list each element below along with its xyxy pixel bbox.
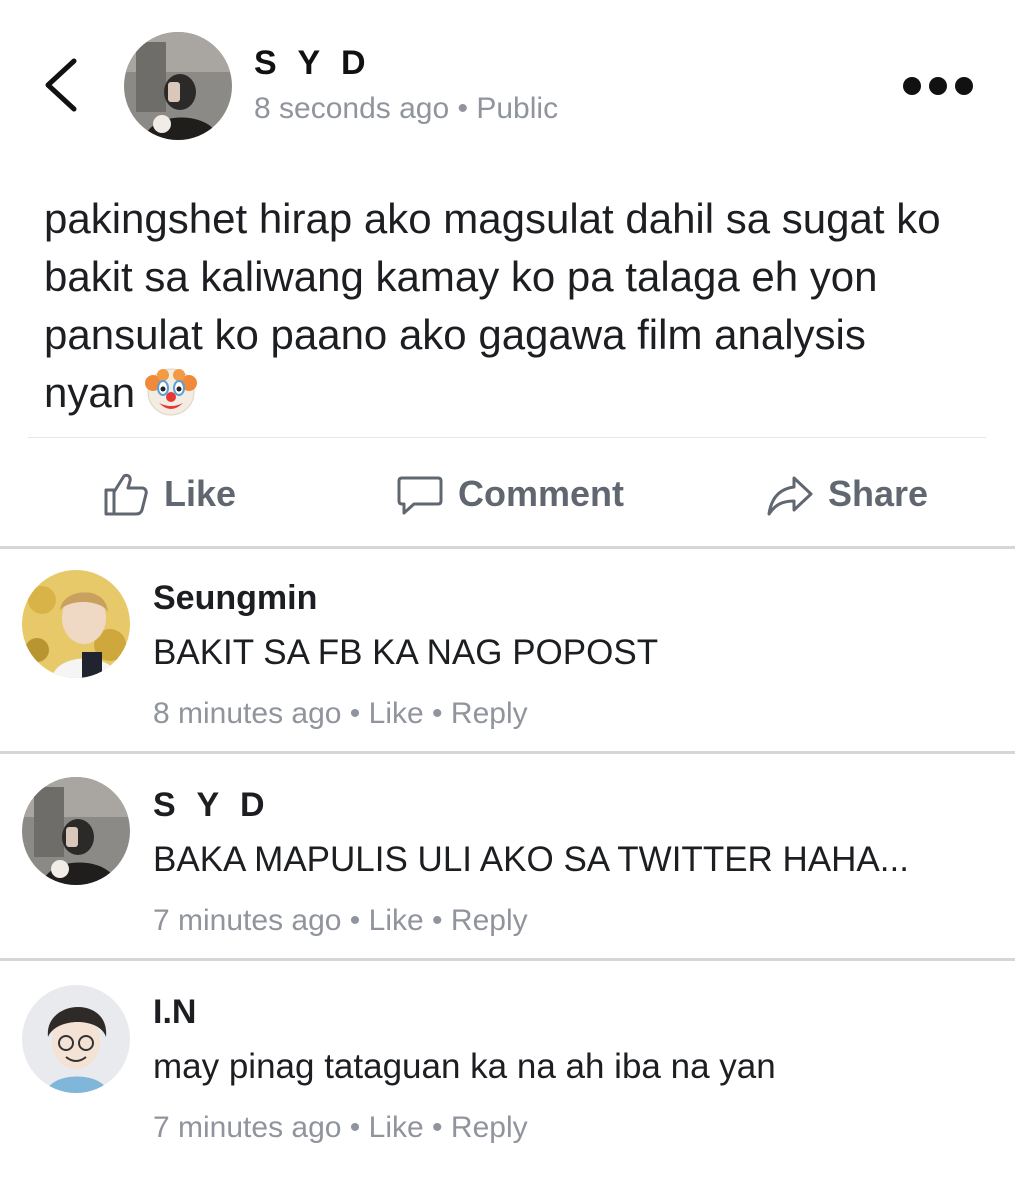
like-button[interactable]: Like — [102, 462, 236, 526]
thumbs-up-icon — [104, 473, 148, 516]
commenter-avatar[interactable] — [22, 570, 130, 678]
post-time[interactable]: 8 seconds ago — [254, 92, 449, 125]
comment-button[interactable]: Comment — [396, 462, 624, 526]
comment-reply-link[interactable]: Reply — [451, 904, 528, 937]
comment-reply-link[interactable]: Reply — [451, 697, 528, 730]
commenter-avatar[interactable] — [22, 777, 130, 885]
post-meta: 8 seconds ago • Public — [254, 92, 558, 126]
meta-separator: • — [349, 697, 361, 730]
comment-item: S Y D BAKA MAPULIS ULI AKO SA TWITTER HA… — [0, 754, 1015, 954]
post-divider — [28, 437, 986, 438]
author-avatar[interactable] — [124, 32, 232, 140]
comment-like-link[interactable]: Like — [369, 904, 424, 937]
post-body: pakingshet hirap ako magsulat dahil sa s… — [44, 190, 964, 432]
post-header: S Y D 8 seconds ago • Public — [0, 0, 1015, 170]
meta-separator: • — [457, 92, 469, 125]
clown-face-icon — [145, 365, 198, 432]
meta-separator: • — [432, 904, 443, 937]
comment-label: Comment — [458, 473, 625, 514]
share-button[interactable]: Share — [766, 462, 928, 526]
meta-separator: • — [432, 1111, 443, 1144]
more-options-icon[interactable] — [903, 72, 973, 100]
comment-text: BAKIT SA FB KA NAG POPOST — [153, 633, 659, 672]
post-visibility: Public — [476, 92, 559, 125]
comment-time: 7 minutes ago — [153, 1111, 342, 1144]
comment-item: Seungmin BAKIT SA FB KA NAG POPOST 8 min… — [0, 549, 1015, 749]
like-label: Like — [164, 473, 237, 514]
back-chevron-icon[interactable] — [40, 55, 90, 115]
comment-meta: 7 minutes ago • Like • Reply — [153, 1111, 528, 1145]
commenter-name[interactable]: I.N — [153, 993, 196, 1032]
comment-text: may pinag tataguan ka na ah iba na yan — [153, 1047, 776, 1086]
comment-meta: 8 minutes ago • Like • Reply — [153, 697, 528, 731]
comment-text: BAKA MAPULIS ULI AKO SA TWITTER HAHA... — [153, 840, 909, 879]
comment-bubble-icon — [397, 476, 443, 515]
post-actions: Like Comment Share — [0, 462, 1015, 526]
comment-time: 7 minutes ago — [153, 904, 342, 937]
comment-time: 8 minutes ago — [153, 697, 342, 730]
meta-separator: • — [432, 697, 443, 730]
author-name[interactable]: S Y D — [254, 44, 372, 83]
comment-like-link[interactable]: Like — [369, 1111, 424, 1144]
share-label: Share — [828, 473, 929, 514]
commenter-name[interactable]: Seungmin — [153, 579, 317, 618]
share-arrow-icon — [767, 476, 813, 516]
commenter-name[interactable]: S Y D — [153, 786, 271, 825]
comment-meta: 7 minutes ago • Like • Reply — [153, 904, 528, 938]
commenter-avatar[interactable] — [22, 985, 130, 1093]
meta-separator: • — [349, 904, 361, 937]
comment-item: I.N may pinag tataguan ka na ah iba na y… — [0, 961, 1015, 1161]
comment-like-link[interactable]: Like — [369, 697, 424, 730]
comment-reply-link[interactable]: Reply — [451, 1111, 528, 1144]
meta-separator: • — [349, 1111, 361, 1144]
